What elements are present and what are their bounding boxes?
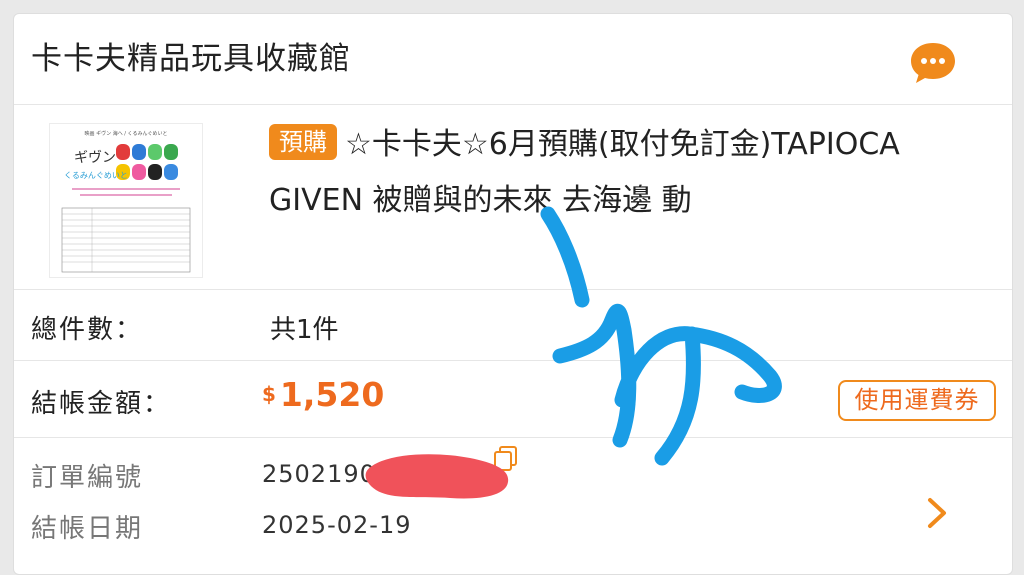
order-card: 卡卡夫精品玩具收藏館 映画 ギヴン 海へ / くるみんぐめいと ギヴン くるみん… (13, 13, 1013, 575)
thumb-logo: ギヴン (74, 149, 116, 166)
order-date-label: 結帳日期 (31, 514, 144, 544)
total-items-row: 總件數： 共1件 (14, 290, 1012, 361)
total-amount-row: 結帳金額： $1,520 使用運費券 (14, 361, 1012, 438)
product-title[interactable]: 預購 ☆卡卡夫☆6月預購(取付免訂金)TAPIOCA GIVEN 被贈與的未來 去… (269, 117, 984, 229)
currency-symbol: $ (262, 382, 276, 406)
order-number-label: 訂單編號 (31, 463, 144, 493)
chat-bubble-icon[interactable] (909, 41, 957, 85)
product-item[interactable]: 映画 ギヴン 海へ / くるみんぐめいと ギヴン くるみんぐめいと 預購 ☆卡卡… (14, 105, 1012, 290)
order-number-value: 2502190 (262, 460, 376, 488)
shop-header: 卡卡夫精品玩具收藏館 (14, 14, 1012, 105)
use-shipping-coupon-button[interactable]: 使用運費券 (838, 380, 996, 421)
thumb-sublogo: くるみんぐめいと (64, 171, 128, 180)
total-amount: $1,520 (262, 375, 384, 414)
chevron-right-icon[interactable] (924, 496, 950, 530)
thumb-heading: 映画 ギヴン 海へ / くるみんぐめいと (85, 130, 168, 137)
product-thumbnail[interactable]: 映画 ギヴン 海へ / くるみんぐめいと ギヴン くるみんぐめいと (49, 123, 203, 278)
order-date-value: 2025-02-19 (262, 511, 412, 539)
shop-name[interactable]: 卡卡夫精品玩具收藏館 (31, 40, 351, 78)
total-items-value: 共1件 (270, 315, 339, 345)
total-amount-label: 結帳金額： (31, 389, 172, 419)
preorder-badge: 預購 (269, 124, 337, 160)
total-items-label: 總件數： (31, 315, 144, 345)
copy-icon[interactable] (492, 444, 520, 472)
product-title-text: ☆卡卡夫☆6月預購(取付免訂金)TAPIOCA GIVEN 被贈與的未來 去海邊… (269, 127, 900, 218)
total-amount-value: 1,520 (279, 375, 385, 414)
